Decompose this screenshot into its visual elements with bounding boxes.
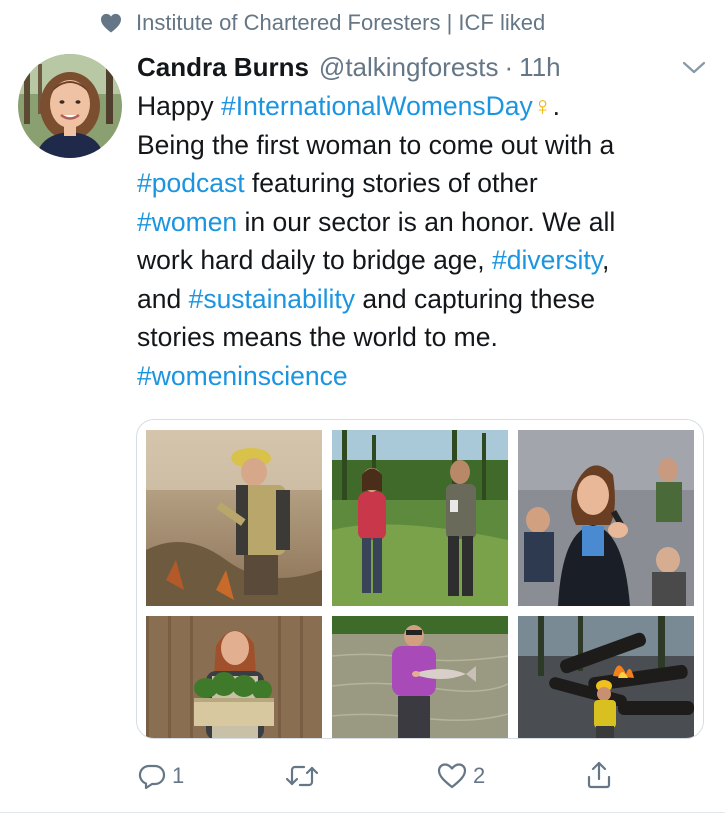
like-count: 2 [473,763,486,788]
female-sign-emoji: ♀ [532,91,553,121]
tweet-line: Being the first woman to come out with a [137,129,615,160]
woman-holding-fish-photo[interactable] [332,616,508,738]
separator-dot: · [504,52,514,82]
share-icon [584,760,614,790]
tweet-line: Happy #InternationalWomensDay♀. [137,91,561,121]
retweet-icon [285,762,319,790]
retweet-button[interactable] [285,762,325,790]
media-grid [136,419,704,739]
firefighter-photo[interactable] [146,430,322,606]
woman-holding-seedlings-photo[interactable] [146,616,322,738]
divider [0,812,725,813]
social-context: Institute of Chartered Foresters | ICF l… [100,8,545,38]
woman-speaking-microphone-photo[interactable] [518,430,694,606]
hashtag-link[interactable]: #podcast [137,168,245,198]
tweet-line: work hard daily to bridge age, #diversit… [137,245,610,275]
firefighter-burning-logs-photo[interactable] [518,616,694,738]
hashtag-link[interactable]: #diversity [492,245,602,275]
reply-button[interactable]: 1 [138,762,184,790]
hashtag-link[interactable]: #womeninscience [137,357,717,396]
heart-icon [100,13,122,33]
tweet-header: Candra Burns @talkingforests · 11h [137,50,561,84]
hashtag-link[interactable]: #women [137,207,237,237]
tweet[interactable]: Institute of Chartered Foresters | ICF l… [0,0,725,823]
heart-outline-icon [437,762,467,790]
tweet-line: and #sustainability and capturing these [137,283,596,314]
reply-icon [138,762,166,790]
tweet-line: #podcast featuring stories of other [137,168,538,198]
reply-count: 1 [172,763,185,788]
author-handle[interactable]: @talkingforests [319,50,499,84]
timestamp[interactable]: 11h [519,50,560,84]
chevron-down-icon[interactable] [680,58,708,78]
tweet-line: #women in our sector is an honor. We all [137,206,616,237]
tweet-text: Happy #InternationalWomensDay♀. Being th… [137,87,717,395]
avatar[interactable] [18,54,122,158]
field-conversation-photo[interactable] [332,430,508,606]
hashtag-link[interactable]: #InternationalWomensDay [221,91,533,121]
like-button[interactable]: 2 [437,762,485,790]
hashtag-link[interactable]: #sustainability [189,284,355,314]
share-button[interactable] [584,760,614,790]
author-name[interactable]: Candra Burns [137,50,309,84]
tweet-actions: 1 2 [0,752,725,802]
social-context-text[interactable]: Institute of Chartered Foresters | ICF l… [136,8,545,38]
tweet-line: stories means the world to me. [137,322,498,352]
